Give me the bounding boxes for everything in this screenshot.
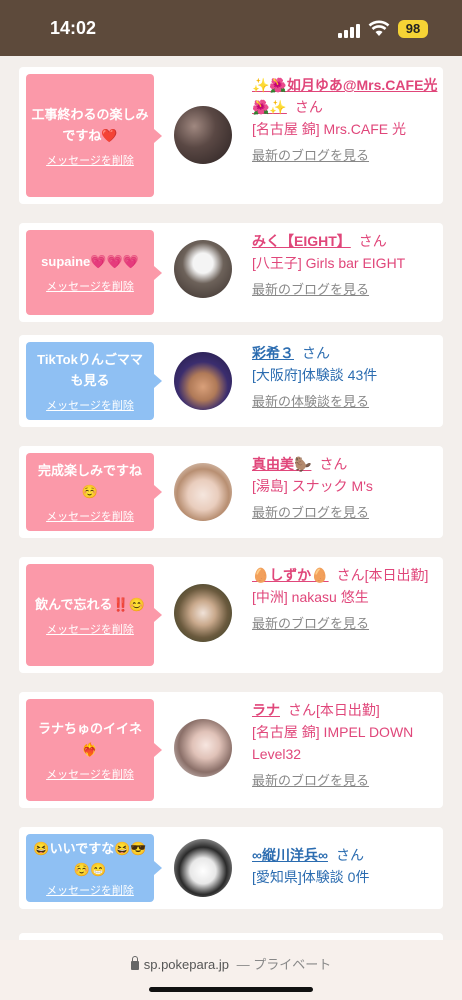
honorific: さん [294,99,323,115]
message-bubble: 完成楽しみですね☺️ メッセージを削除 [26,453,162,531]
profile-info: ラナ さん[本日出勤] [名古屋 錦] IMPEL DOWN Level32 最新… [252,699,438,791]
message-card: TikTokりんごママも見る メッセージを削除 彩希３ さん [大阪府]体験談 4… [19,335,443,427]
shop-info: [湯島] スナック M's [252,478,373,494]
message-text: 😆いいですな😆😎☺️😁 [33,841,147,877]
latest-review-link[interactable]: 最新の体験談を見る [252,392,438,412]
profile-info: ∞縦川洋兵∞ さん [愛知県]体験談 0件 [252,844,438,888]
message-card: 😆いいですな😆😎☺️😁 メッセージを削除 ∞縦川洋兵∞ さん [愛知県]体験談 0… [19,827,443,909]
wifi-icon [368,20,390,36]
url-text: sp.pokepara.jp [143,957,230,972]
latest-blog-link[interactable]: 最新のブログを見る [252,503,438,523]
message-text: 完成楽しみですね☺️ [37,463,142,499]
honorific: さん [336,567,365,583]
message-bubble: ラナちゅのイイネ❤️‍🔥 メッセージを削除 [26,699,162,801]
honorific: さん [335,847,364,863]
avatar[interactable] [174,584,232,642]
private-label: — プライベート [236,957,332,972]
latest-blog-link[interactable]: 最新のブログを見る [252,146,438,166]
avatar[interactable] [174,463,232,521]
profile-name-link[interactable]: 真由美🦫 [252,456,311,472]
status-bar: 14:02 98 [0,0,462,56]
delete-message-link[interactable]: メッセージを削除 [31,882,149,898]
profile-name-link[interactable]: ラナ [252,702,280,718]
shop-info: [名古屋 錦] Mrs.CAFE 光 [252,121,406,137]
message-text: ラナちゅのイイネ❤️‍🔥 [37,721,142,757]
message-bubble: 😆いいですな😆😎☺️😁 メッセージを削除 [26,834,162,902]
honorific: さん [302,345,330,361]
message-text: 飲んで忘れる‼️😊 [35,596,145,612]
honorific: さん [288,702,316,718]
profile-name-link[interactable]: ∞縦川洋兵∞ [252,847,328,863]
profile-name-link[interactable]: ✨🌺如月ゆあ@Mrs.CAFE光🌺✨ [252,77,437,115]
home-indicator[interactable] [149,987,313,992]
cellular-signal-icon [338,22,362,38]
shop-info: [大阪府]体験談 43件 [252,367,378,383]
message-card: supaine💗💗💗 メッセージを削除 みく【EIGHT】 さん [八王子] Gi… [19,223,443,322]
message-card [19,933,443,940]
message-bubble: 飲んで忘れる‼️😊 メッセージを削除 [26,564,162,666]
delete-message-link[interactable]: メッセージを削除 [31,621,149,637]
profile-name-link[interactable]: 彩希３ [252,345,294,361]
avatar[interactable] [174,106,232,164]
profile-info: 彩希３ さん [大阪府]体験談 43件 最新の体験談を見る [252,342,438,412]
profile-info: みく【EIGHT】 さん [八王子] Girls bar EIGHT 最新のブログ… [252,230,438,300]
avatar[interactable] [174,719,232,777]
lock-icon [130,956,139,970]
battery-level: 98 [398,20,428,38]
shop-info: [愛知県]体験談 0件 [252,869,370,885]
profile-name-link[interactable]: みく【EIGHT】 [252,233,351,249]
message-card: 飲んで忘れる‼️😊 メッセージを削除 🥚しずか🥚 さん[本日出勤] [中洲] na… [19,557,443,673]
delete-message-link[interactable]: メッセージを削除 [31,397,149,413]
delete-message-link[interactable]: メッセージを削除 [31,152,149,168]
message-text: supaine💗💗💗 [41,254,139,269]
message-feed[interactable]: 工事終わるの楽しみですね❤️ メッセージを削除 ✨🌺如月ゆあ@Mrs.CAFE光… [0,56,462,940]
latest-blog-link[interactable]: 最新のブログを見る [252,771,438,791]
delete-message-link[interactable]: メッセージを削除 [31,766,149,782]
shop-info: [八王子] Girls bar EIGHT [252,255,406,271]
message-bubble: supaine💗💗💗 メッセージを削除 [26,230,162,315]
message-card: ラナちゅのイイネ❤️‍🔥 メッセージを削除 ラナ さん[本日出勤] [名古屋 錦]… [19,692,443,808]
browser-bottom-bar: sp.pokepara.jp — プライベート [0,940,462,1000]
avatar[interactable] [174,240,232,298]
delete-message-link[interactable]: メッセージを削除 [31,278,149,294]
avatar[interactable] [174,352,232,410]
message-bubble: 工事終わるの楽しみですね❤️ メッセージを削除 [26,74,162,197]
profile-info: 🥚しずか🥚 さん[本日出勤] [中洲] nakasu 悠生 最新のブログを見る [252,564,438,634]
message-bubble: TikTokりんごママも見る メッセージを削除 [26,342,162,420]
shop-info: [名古屋 錦] IMPEL DOWN Level32 [252,724,414,762]
message-card: 完成楽しみですね☺️ メッセージを削除 真由美🦫 さん [湯島] スナック M's… [19,446,443,538]
profile-name-link[interactable]: 🥚しずか🥚 [252,567,329,583]
status-time: 14:02 [50,18,97,38]
message-card: 工事終わるの楽しみですね❤️ メッセージを削除 ✨🌺如月ゆあ@Mrs.CAFE光… [19,67,443,204]
profile-info: 真由美🦫 さん [湯島] スナック M's 最新のブログを見る [252,453,438,523]
avatar[interactable] [174,839,232,897]
working-today-status: [本日出勤] [364,567,429,583]
message-text: 工事終わるの楽しみですね❤️ [31,106,149,143]
message-text: TikTokりんごママも見る [37,352,143,388]
shop-info: [中洲] nakasu 悠生 [252,589,369,605]
honorific: さん [358,233,387,249]
latest-blog-link[interactable]: 最新のブログを見る [252,280,438,300]
honorific: さん [319,456,348,472]
address-bar[interactable]: sp.pokepara.jp — プライベート [0,954,462,973]
latest-blog-link[interactable]: 最新のブログを見る [252,614,438,634]
delete-message-link[interactable]: メッセージを削除 [31,508,149,524]
working-today-status: [本日出勤] [316,702,380,718]
profile-info: ✨🌺如月ゆあ@Mrs.CAFE光🌺✨ さん [名古屋 錦] Mrs.CAFE 光 … [252,74,438,166]
